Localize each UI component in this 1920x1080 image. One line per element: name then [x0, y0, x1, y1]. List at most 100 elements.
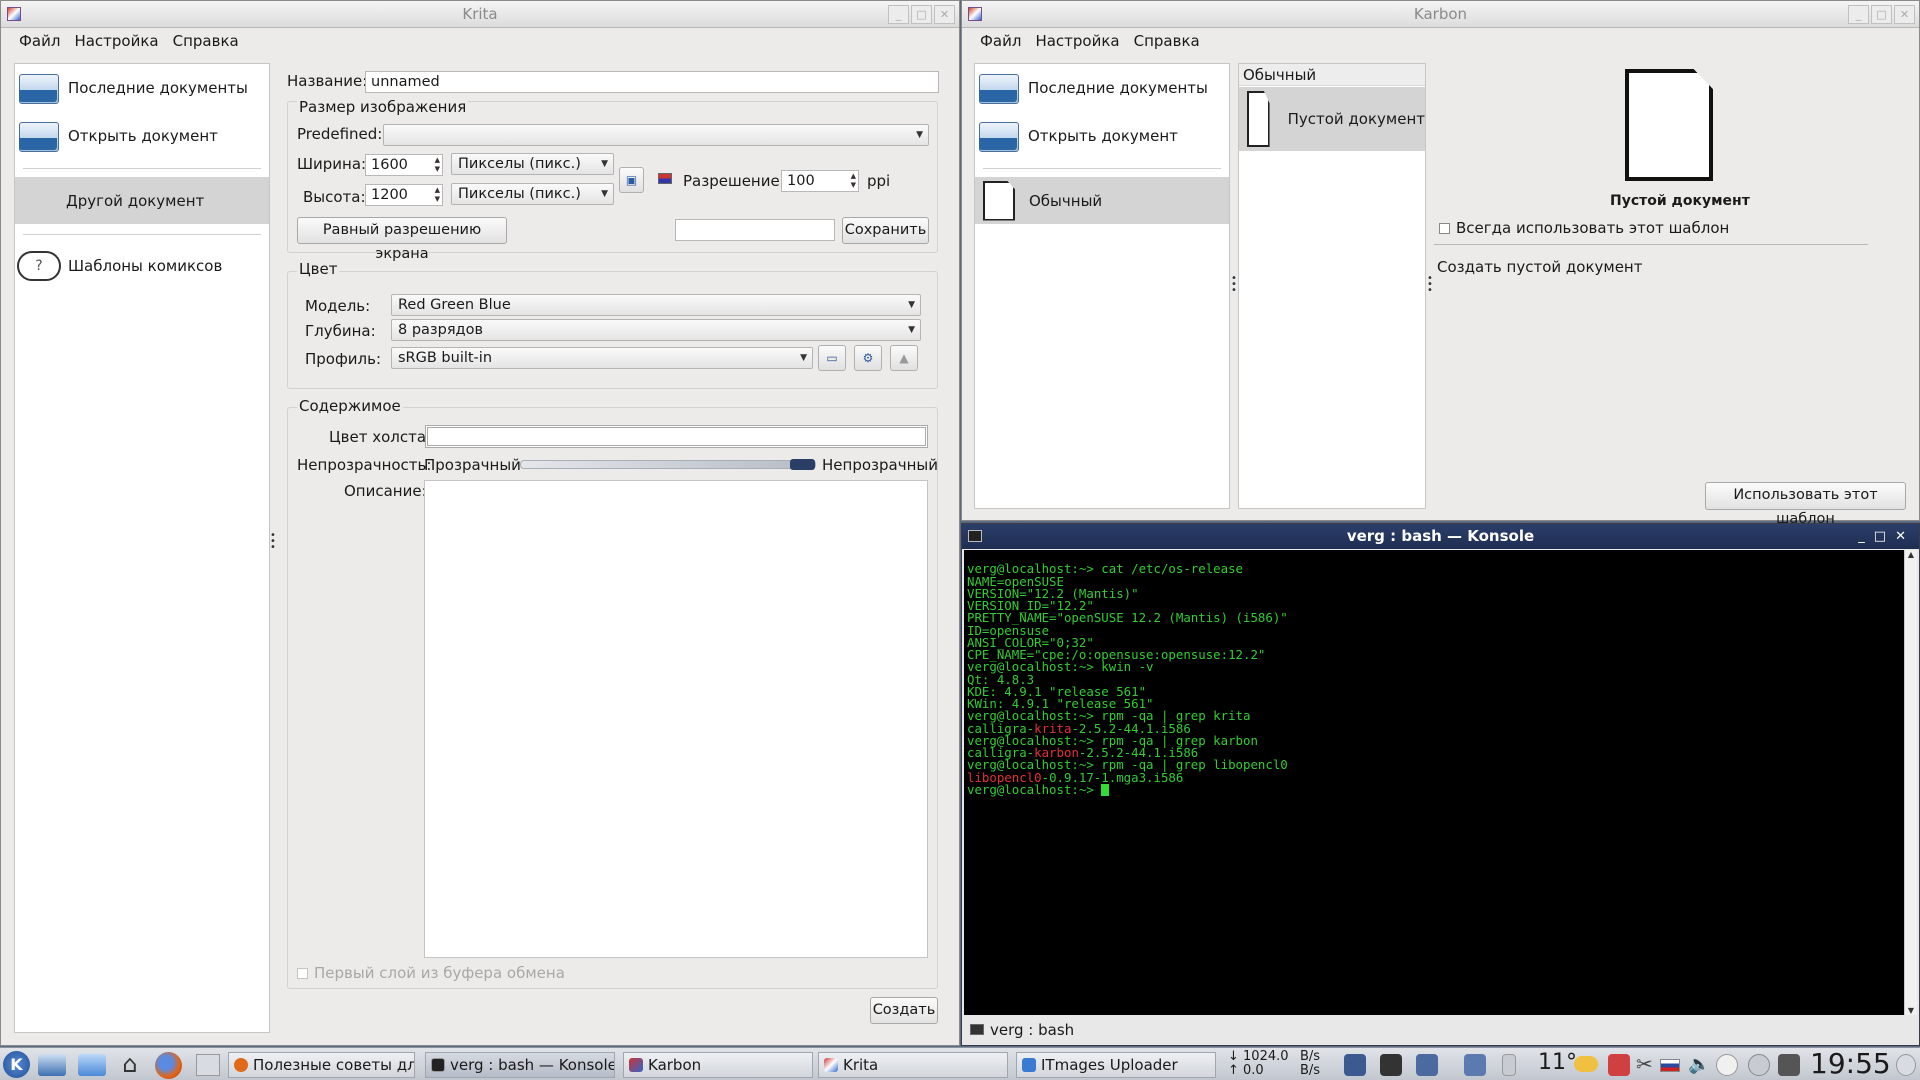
clipboard-checkbox[interactable]: Первый слой из буфера обмена	[297, 964, 565, 982]
canvas-color-picker[interactable]	[425, 425, 928, 448]
image-size-title: Размер изображения	[297, 98, 469, 116]
width-unit-select[interactable]: Пикселы (пикс.) ▼	[451, 153, 614, 175]
maximize-button[interactable]: □	[1874, 529, 1895, 544]
konsole-titlebar[interactable]: verg : bash — Konsole _□✕	[962, 524, 1919, 549]
volume-icon[interactable]: 🔈	[1688, 1054, 1710, 1075]
color-depth-select[interactable]: 8 разрядов ▼	[391, 319, 921, 341]
tray-scissors-icon[interactable]: ✂	[1636, 1052, 1653, 1076]
profile-info-button[interactable]: ⚙	[854, 345, 882, 371]
screen-resolution-button[interactable]: Равный разрешению экрана	[297, 217, 507, 262]
menu-help[interactable]: Справка	[173, 32, 239, 50]
scroll-down-arrow[interactable]: ▼	[1905, 1006, 1917, 1015]
tray-mail-icon[interactable]	[1608, 1054, 1630, 1076]
terminal-scrollbar[interactable]: ▲ ▼	[1904, 550, 1917, 1015]
height-unit-select[interactable]: Пикселы (пикс.) ▼	[451, 183, 614, 205]
template-preview-title: Пустой документ	[1610, 193, 1750, 209]
tray-info-icon[interactable]	[1502, 1054, 1516, 1076]
tray-power-icon[interactable]	[1716, 1054, 1738, 1076]
nav-recent-documents[interactable]: Последние документы	[15, 66, 269, 110]
profile-up-button[interactable]: ▲	[890, 345, 918, 371]
close-button[interactable]: ✕	[1894, 5, 1915, 24]
firefox-launcher-icon[interactable]	[155, 1052, 182, 1079]
nav-comic-templates[interactable]: ? Шаблоны комиксов	[15, 244, 269, 288]
task-konsole[interactable]: verg : bash — Konsole	[425, 1052, 615, 1078]
resolution-spinbox[interactable]: 100 ▲ ▼	[781, 170, 859, 192]
karbon-titlebar[interactable]: Karbon _ □ ✕	[962, 1, 1919, 28]
splitter-handle[interactable]: • • •	[1231, 274, 1237, 296]
terminal-prompt: verg@localhost:~>	[967, 781, 1102, 797]
menu-help[interactable]: Справка	[1134, 32, 1200, 50]
menu-file[interactable]: Файл	[19, 32, 60, 50]
close-button[interactable]: ✕	[1895, 529, 1915, 544]
clock[interactable]: 19:55	[1810, 1048, 1891, 1080]
always-use-checkbox[interactable]: Всегда использовать этот шаблон	[1439, 219, 1729, 237]
files-launcher-icon[interactable]	[78, 1054, 106, 1076]
splitter-handle[interactable]: • • •	[270, 531, 276, 553]
open-document-icon	[977, 118, 1021, 154]
name-input[interactable]: unnamed	[365, 71, 939, 93]
template-blank-document[interactable]: Пустой документ	[1239, 87, 1425, 151]
tray-clapper-icon[interactable]	[1380, 1054, 1402, 1076]
template-list-header: Обычный	[1239, 64, 1425, 86]
scanner-launcher-icon[interactable]	[38, 1054, 66, 1076]
tray-network-icon[interactable]	[1416, 1054, 1438, 1076]
weather-cloud-icon[interactable]	[1574, 1056, 1598, 1072]
keyboard-layout-flag[interactable]	[1660, 1059, 1680, 1072]
use-template-button[interactable]: Использовать этот шаблон	[1705, 482, 1906, 527]
task-tips[interactable]: Полезные советы для	[228, 1052, 415, 1078]
nav-custom-document[interactable]: Другой документ	[15, 177, 269, 224]
tray-updates-icon[interactable]	[1778, 1054, 1800, 1076]
color-profile-select[interactable]: sRGB built-in ▼	[391, 347, 813, 369]
krita-menubar: Файл Настройка Справка	[1, 29, 959, 53]
tray-network-manager-icon[interactable]	[1748, 1054, 1770, 1076]
terminal-output[interactable]: verg@localhost:~> cat /etc/os-release NA…	[964, 550, 1905, 1015]
nav-divider	[983, 168, 1221, 169]
save-preset-button[interactable]: Сохранить	[842, 217, 929, 244]
nav-custom-label: Другой документ	[66, 191, 205, 210]
home-launcher-icon[interactable]: ⌂	[116, 1052, 144, 1078]
preset-name-input[interactable]	[675, 219, 835, 241]
description-textarea[interactable]	[424, 480, 928, 958]
menu-settings[interactable]: Настройка	[74, 32, 158, 50]
create-button[interactable]: Создать	[870, 997, 938, 1024]
predefined-select[interactable]: ▼	[383, 124, 929, 146]
krita-titlebar[interactable]: Krita _ □ ✕	[1, 1, 959, 28]
profile-save-button[interactable]: ▭	[818, 345, 846, 371]
show-desktop-icon[interactable]	[1896, 1054, 1916, 1076]
opacity-slider[interactable]	[520, 459, 816, 470]
clipboard-checkbox-label: Первый слой из буфера обмена	[314, 964, 565, 982]
net-down-value: ↓ 1024.0	[1228, 1049, 1289, 1064]
open-document-icon	[17, 118, 61, 154]
width-spinbox[interactable]: 1600 ▲ ▼	[365, 154, 443, 176]
nav-normal-templates[interactable]: Обычный	[975, 177, 1229, 224]
maximize-button[interactable]: □	[911, 5, 932, 24]
nav-open-document[interactable]: Открыть документ	[975, 114, 1229, 158]
menu-settings[interactable]: Настройка	[1035, 32, 1119, 50]
minimize-button[interactable]: _	[1848, 5, 1869, 24]
task-karbon[interactable]: Karbon	[623, 1052, 813, 1078]
aspect-lock-button[interactable]: ▣	[619, 167, 644, 193]
task-itmages[interactable]: ITmages Uploader	[1016, 1052, 1216, 1078]
kde-menu-icon[interactable]: K	[3, 1051, 30, 1078]
minimize-button[interactable]: _	[1858, 529, 1874, 544]
krita-title: Krita	[462, 5, 498, 23]
maximize-button[interactable]: □	[1871, 5, 1892, 24]
color-model-select[interactable]: Red Green Blue ▼	[391, 294, 921, 316]
menu-file[interactable]: Файл	[980, 32, 1021, 50]
desktop-pager-icon[interactable]	[196, 1054, 220, 1076]
tray-app-icon-1[interactable]	[1344, 1054, 1366, 1076]
resolution-label: Разрешение:	[683, 172, 785, 190]
terminal-tab[interactable]: verg : bash	[968, 1017, 1074, 1043]
nav-open-document[interactable]: Открыть документ	[15, 114, 269, 158]
close-button[interactable]: ✕	[934, 5, 955, 24]
opacity-slider-handle[interactable]	[790, 459, 815, 470]
document-icon	[983, 180, 1015, 221]
nav-recent-documents[interactable]: Последние документы	[975, 66, 1229, 110]
height-spinbox[interactable]: 1200 ▲ ▼	[365, 184, 443, 206]
minimize-button[interactable]: _	[888, 5, 909, 24]
splitter-handle[interactable]: • • •	[1427, 274, 1433, 296]
weather-temperature[interactable]: 11°	[1538, 1050, 1577, 1075]
scroll-up-arrow[interactable]: ▲	[1905, 550, 1917, 559]
tray-camera-icon[interactable]	[1464, 1054, 1486, 1076]
task-krita[interactable]: Krita	[818, 1052, 1008, 1078]
